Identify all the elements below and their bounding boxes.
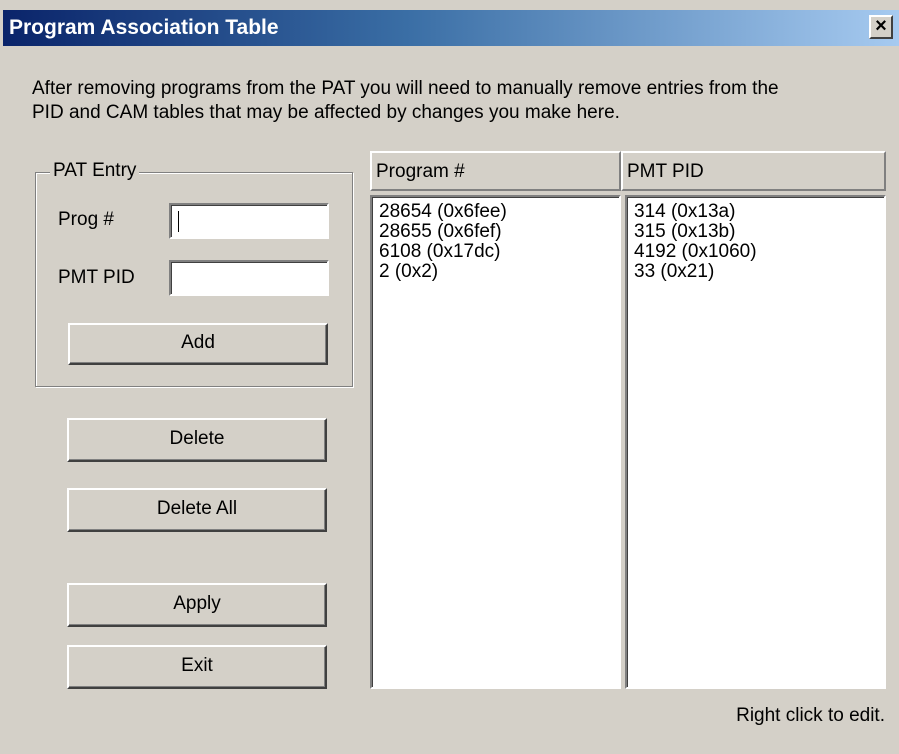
program-list[interactable]: 28654 (0x6fee) 28655 (0x6fef) 6108 (0x17… [370, 195, 621, 689]
column-header-pmt-pid[interactable]: PMT PID [621, 151, 886, 191]
add-button[interactable]: Add [68, 323, 328, 365]
pmt-pid-list[interactable]: 314 (0x13a) 315 (0x13b) 4192 (0x1060) 33… [625, 195, 886, 689]
delete-button[interactable]: Delete [67, 418, 327, 462]
window-title: Program Association Table [9, 16, 279, 39]
column-header-program[interactable]: Program # [370, 151, 621, 191]
pmt-pid-input[interactable] [169, 260, 329, 296]
prog-number-input[interactable] [169, 203, 329, 239]
list-item[interactable]: 4192 (0x1060) [634, 242, 877, 262]
right-click-hint: Right click to edit. [736, 705, 885, 726]
text-caret [178, 211, 179, 232]
list-item[interactable]: 28654 (0x6fee) [379, 202, 612, 222]
info-message: After removing programs from the PAT you… [32, 77, 872, 125]
info-line-2: PID and CAM tables that may be affected … [32, 102, 620, 123]
list-item[interactable]: 2 (0x2) [379, 262, 612, 282]
pmt-pid-label: PMT PID [58, 267, 135, 288]
close-icon[interactable]: × [869, 15, 893, 39]
pat-entry-group-label: PAT Entry [50, 160, 140, 182]
prog-number-label: Prog # [58, 209, 114, 230]
exit-button[interactable]: Exit [67, 645, 327, 689]
list-item[interactable]: 314 (0x13a) [634, 202, 877, 222]
delete-all-button[interactable]: Delete All [67, 488, 327, 532]
list-item[interactable]: 6108 (0x17dc) [379, 242, 612, 262]
list-item[interactable]: 315 (0x13b) [634, 222, 877, 242]
list-item[interactable]: 28655 (0x6fef) [379, 222, 612, 242]
pat-entry-group: PAT Entry Prog # PMT PID Add [35, 160, 353, 387]
apply-button[interactable]: Apply [67, 583, 327, 627]
list-item[interactable]: 33 (0x21) [634, 262, 877, 282]
info-line-1: After removing programs from the PAT you… [32, 78, 779, 99]
title-bar[interactable]: Program Association Table × [3, 10, 899, 46]
program-association-dialog: Program Association Table × After removi… [0, 0, 899, 754]
